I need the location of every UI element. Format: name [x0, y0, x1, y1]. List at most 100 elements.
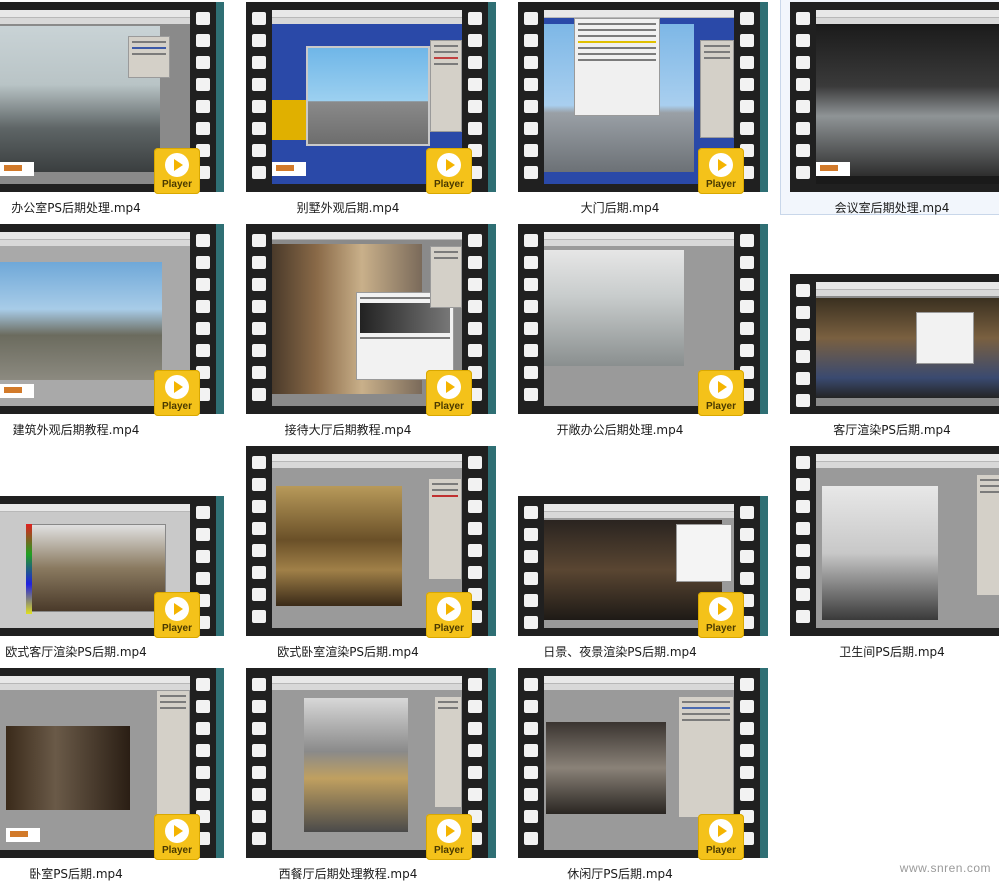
film-hole: [196, 122, 210, 135]
film-hole: [524, 388, 538, 401]
video-file-1[interactable]: Player 办公室PS后期处理.mp4: [0, 2, 224, 222]
film-hole: [252, 678, 266, 691]
film-hole: [468, 78, 482, 91]
film-perforations: [518, 224, 544, 414]
play-icon: [165, 819, 189, 843]
player-badge[interactable]: Player: [426, 148, 472, 194]
film-thumbnail: [790, 2, 999, 192]
video-file-6[interactable]: Player 接待大厅后期教程.mp4: [246, 224, 496, 444]
watermark: www.snren.com: [899, 861, 991, 875]
film-hole: [524, 832, 538, 845]
film-perforations: [246, 446, 272, 636]
player-badge[interactable]: Player: [154, 148, 200, 194]
film-hole: [796, 588, 810, 601]
video-file-14[interactable]: Player 西餐厅后期处理教程.mp4: [246, 668, 496, 888]
film-hole: [524, 344, 538, 357]
video-file-15[interactable]: Player 休闲厅PS后期.mp4: [518, 668, 768, 888]
video-file-12[interactable]: 卫生间PS后期.mp4: [790, 446, 999, 666]
film-hole: [740, 722, 754, 735]
film-hole: [468, 678, 482, 691]
video-file-3[interactable]: Player 大门后期.mp4: [518, 2, 768, 222]
film-hole: [524, 366, 538, 379]
film-hole: [468, 256, 482, 269]
film-hole: [252, 766, 266, 779]
video-file-4[interactable]: 会议室后期处理.mp4: [780, 0, 999, 222]
player-badge[interactable]: Player: [698, 148, 744, 194]
film-hole: [196, 278, 210, 291]
film-hole: [796, 610, 810, 623]
film-hole: [252, 300, 266, 313]
file-name: 卧室PS后期.mp4: [29, 867, 123, 881]
film-hole: [796, 100, 810, 113]
film-hole: [524, 550, 538, 563]
play-icon: [709, 819, 733, 843]
video-file-7[interactable]: Player 开敞办公后期处理.mp4: [518, 224, 768, 444]
file-name: 开敞办公后期处理.mp4: [556, 423, 684, 437]
film-hole: [468, 700, 482, 713]
film-hole: [740, 278, 754, 291]
film-hole: [524, 788, 538, 801]
video-file-13[interactable]: Player 卧室PS后期.mp4: [0, 668, 224, 888]
film-hole: [252, 610, 266, 623]
film-hole: [740, 322, 754, 335]
film-hole: [796, 56, 810, 69]
film-hole: [740, 788, 754, 801]
player-badge[interactable]: Player: [698, 592, 744, 638]
player-badge[interactable]: Player: [154, 814, 200, 860]
film-hole: [796, 122, 810, 135]
film-hole: [524, 300, 538, 313]
film-hole: [196, 78, 210, 91]
film-hole: [740, 744, 754, 757]
film-hole: [468, 478, 482, 491]
film-hole: [252, 478, 266, 491]
film-hole: [796, 78, 810, 91]
film-perforations: [246, 2, 272, 192]
film-hole: [252, 700, 266, 713]
film-hole: [252, 56, 266, 69]
film-hole: [796, 394, 810, 407]
film-hole: [524, 616, 538, 629]
film-hole: [196, 56, 210, 69]
film-hole: [252, 278, 266, 291]
video-file-2[interactable]: Player 别墅外观后期.mp4: [246, 2, 496, 222]
film-hole: [252, 722, 266, 735]
play-icon: [437, 375, 461, 399]
file-name: 休闲厅PS后期.mp4: [567, 867, 673, 881]
film-hole: [524, 166, 538, 179]
film-hole: [196, 700, 210, 713]
film-hole: [740, 56, 754, 69]
film-hole: [196, 100, 210, 113]
player-badge[interactable]: Player: [698, 370, 744, 416]
player-badge[interactable]: Player: [426, 814, 472, 860]
film-hole: [196, 744, 210, 757]
film-hole: [252, 100, 266, 113]
play-icon: [709, 153, 733, 177]
film-hole: [524, 506, 538, 519]
film-hole: [252, 788, 266, 801]
film-hole: [196, 528, 210, 541]
player-badge[interactable]: Player: [698, 814, 744, 860]
film-hole: [796, 166, 810, 179]
video-file-10[interactable]: Player 欧式卧室渲染PS后期.mp4: [246, 446, 496, 666]
player-badge[interactable]: Player: [426, 592, 472, 638]
film-hole: [796, 306, 810, 319]
film-perforations: [246, 224, 272, 414]
film-hole: [196, 344, 210, 357]
film-hole: [740, 550, 754, 563]
film-hole: [740, 572, 754, 585]
film-hole: [196, 256, 210, 269]
video-file-5[interactable]: Player 建筑外观后期教程.mp4: [0, 224, 224, 444]
film-hole: [196, 506, 210, 519]
player-badge[interactable]: Player: [154, 370, 200, 416]
film-hole: [468, 544, 482, 557]
film-hole: [468, 234, 482, 247]
film-hole: [252, 832, 266, 845]
play-icon: [437, 819, 461, 843]
play-icon: [437, 597, 461, 621]
film-hole: [524, 100, 538, 113]
player-badge[interactable]: Player: [154, 592, 200, 638]
film-hole: [252, 544, 266, 557]
player-badge[interactable]: Player: [426, 370, 472, 416]
film-hole: [196, 322, 210, 335]
file-name: 会议室后期处理.mp4: [834, 201, 950, 215]
